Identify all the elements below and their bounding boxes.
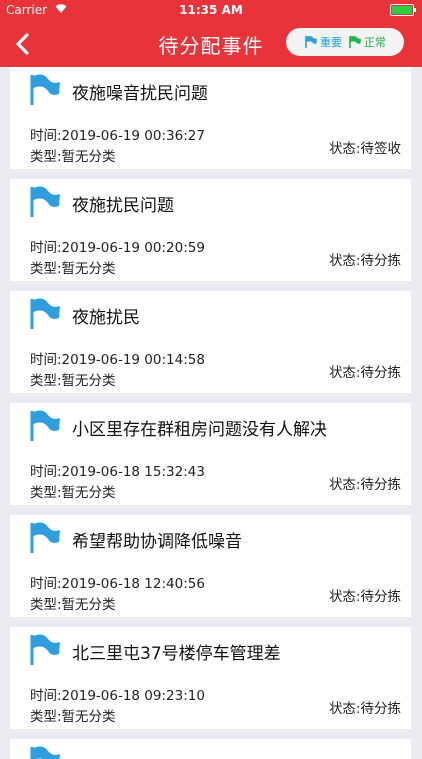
- flag-legend: 重要 正常: [286, 28, 404, 56]
- blue-flag-icon: [28, 409, 62, 443]
- event-status: 状态:待签收: [328, 141, 401, 157]
- event-status: 状态:待分拣: [328, 253, 401, 269]
- green-flag-icon: [349, 35, 361, 48]
- event-time: 时间:2019-06-18 15:32:43: [30, 464, 205, 480]
- event-time: 时间:2019-06-19 00:14:58: [30, 352, 205, 368]
- blue-flag-icon: [28, 73, 62, 107]
- event-status: 状态:待分拣: [328, 477, 401, 493]
- event-type: 类型:暂无分类: [30, 709, 116, 725]
- status-bar: Carrier 11:35 AM: [0, 0, 422, 20]
- event-title: 夜施扰民问题: [72, 196, 174, 216]
- event-card[interactable]: 夜施噪音扰民问题 时间:2019-06-19 00:36:27 类型:暂无分类 …: [10, 67, 411, 169]
- event-title: 希望帮助协调降低噪音: [72, 532, 242, 552]
- legend-normal-label: 正常: [364, 36, 386, 49]
- blue-flag-icon: [28, 297, 62, 331]
- nav-bar: 待分配事件 重要 正常: [0, 20, 422, 67]
- event-status: 状态:待分拣: [328, 365, 401, 381]
- event-card[interactable]: 小区里存在群租房问题没有人解决 时间:2019-06-18 15:32:43 类…: [10, 403, 411, 505]
- event-type: 类型:暂无分类: [30, 149, 116, 165]
- event-time: 时间:2019-06-18 09:23:10: [30, 688, 205, 704]
- event-title: 夜施扰民: [72, 308, 140, 328]
- legend-important-label: 重要: [320, 36, 342, 49]
- event-card[interactable]: 北三里屯37号楼停车管理差 时间:2019-06-18 09:23:10 类型:…: [10, 627, 411, 729]
- battery-level: [392, 6, 412, 14]
- event-card[interactable]: 希望帮助协调降低噪音 时间:2019-06-18 12:40:56 类型:暂无分…: [10, 515, 411, 617]
- event-card[interactable]: 夜施扰民 时间:2019-06-19 00:14:58 类型:暂无分类 状态:待…: [10, 291, 411, 393]
- battery-icon: [390, 4, 416, 16]
- event-type: 类型:暂无分类: [30, 597, 116, 613]
- event-status: 状态:待分拣: [328, 589, 401, 605]
- event-card-partial[interactable]: [10, 739, 411, 759]
- event-type: 类型:暂无分类: [30, 373, 116, 389]
- blue-flag-icon: [28, 185, 62, 219]
- blue-flag-icon: [28, 745, 62, 759]
- event-type: 类型:暂无分类: [30, 261, 116, 277]
- event-card[interactable]: 夜施扰民问题 时间:2019-06-19 00:20:59 类型:暂无分类 状态…: [10, 179, 411, 281]
- blue-flag-icon: [28, 633, 62, 667]
- event-title: 夜施噪音扰民问题: [72, 84, 208, 104]
- legend-important: 重要: [304, 34, 342, 50]
- event-time: 时间:2019-06-19 00:36:27: [30, 128, 205, 144]
- legend-normal: 正常: [348, 34, 386, 50]
- event-type: 类型:暂无分类: [30, 485, 116, 501]
- event-time: 时间:2019-06-19 00:20:59: [30, 240, 205, 256]
- event-title: 北三里屯37号楼停车管理差: [72, 644, 281, 664]
- event-time: 时间:2019-06-18 12:40:56: [30, 576, 205, 592]
- blue-flag-icon: [305, 35, 317, 48]
- event-status: 状态:待分拣: [328, 701, 401, 717]
- clock: 11:35 AM: [179, 3, 243, 17]
- event-title: 小区里存在群租房问题没有人解决: [72, 420, 327, 440]
- blue-flag-icon: [28, 521, 62, 555]
